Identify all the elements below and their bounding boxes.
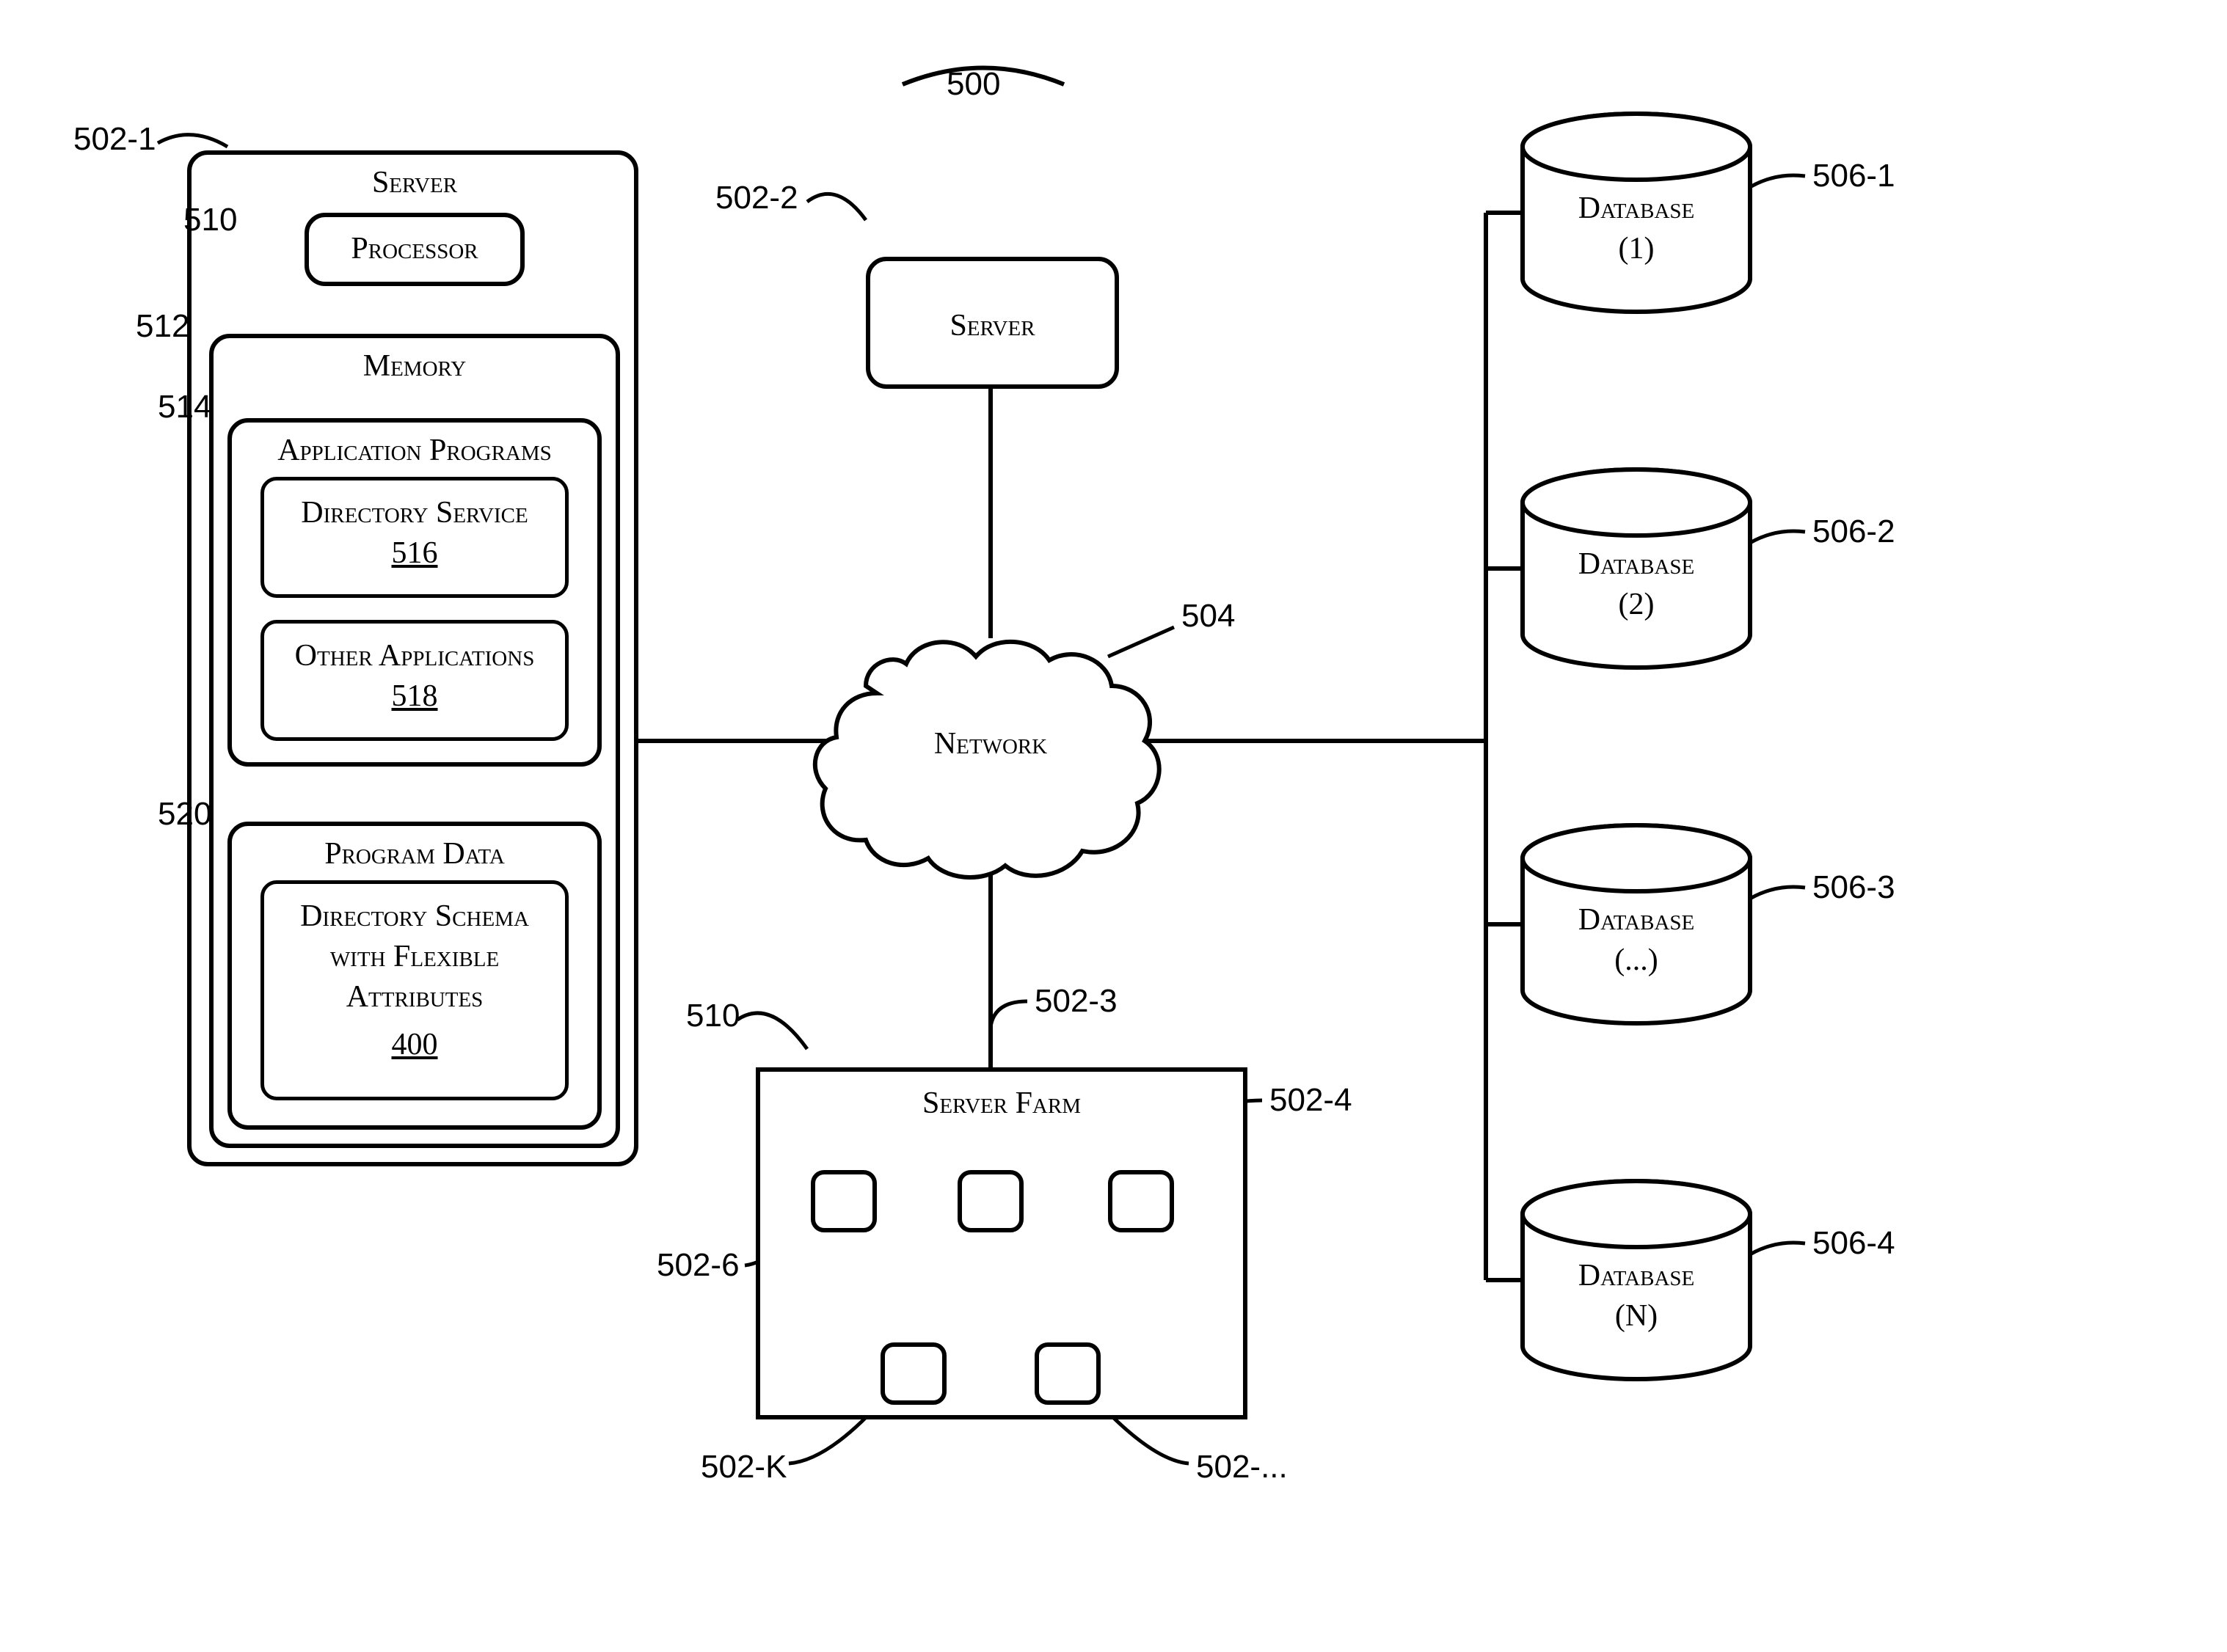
db2-l2: (2) [1526,587,1746,622]
db3-l2: (...) [1526,943,1746,978]
ref-500: 500 [947,66,1000,103]
ref-512: 512 [136,308,189,345]
ref-502-3: 502-3 [1035,983,1118,1020]
ref-502-2: 502-2 [715,180,798,216]
ref-506-1: 506-1 [1812,158,1895,194]
ref-502-1: 502-1 [73,121,156,158]
ref-506-3: 506-3 [1812,869,1895,906]
farm-node-5 [1035,1342,1101,1405]
ref-506-2: 506-2 [1812,513,1895,550]
ref-502-K: 502-K [701,1449,787,1485]
schema-l2: with Flexible [264,939,565,974]
db1-l2: (1) [1526,231,1746,266]
ref-514: 514 [158,389,211,425]
db1-l1: Database [1526,191,1746,226]
db4-l2: (N) [1526,1298,1746,1334]
db2-l1: Database [1526,547,1746,582]
db4-l1: Database [1526,1258,1746,1293]
schema-num: 400 [264,1027,565,1062]
server-title: Server [323,165,506,200]
server-farm-title: Server Farm [837,1086,1167,1121]
server-2-label: Server [873,308,1112,343]
schema-l3: Attributes [264,979,565,1015]
ref-504: 504 [1181,598,1235,635]
directory-service-num: 516 [264,536,565,571]
app-programs-title: Application Programs [235,433,594,468]
network-label: Network [906,726,1075,761]
ref-506-4: 506-4 [1812,1225,1895,1262]
other-apps-num: 518 [264,679,565,714]
ref-510-proc: 510 [183,202,237,238]
memory-title: Memory [319,348,510,384]
ref-510-farm: 510 [686,998,740,1034]
db3-l1: Database [1526,902,1746,938]
farm-node-2 [958,1170,1024,1232]
farm-node-1 [811,1170,877,1232]
ref-520: 520 [158,796,211,833]
directory-service-label: Directory Service [264,495,565,530]
ref-502-dots: 502-... [1196,1449,1288,1485]
ref-502-6: 502-6 [657,1247,740,1284]
other-apps-label: Other Applications [264,638,565,673]
farm-node-4 [881,1342,947,1405]
schema-l1: Directory Schema [264,899,565,934]
farm-node-3 [1108,1170,1174,1232]
program-data-title: Program Data [235,836,594,871]
ref-502-4: 502-4 [1269,1082,1352,1119]
processor-label: Processor [312,231,517,266]
